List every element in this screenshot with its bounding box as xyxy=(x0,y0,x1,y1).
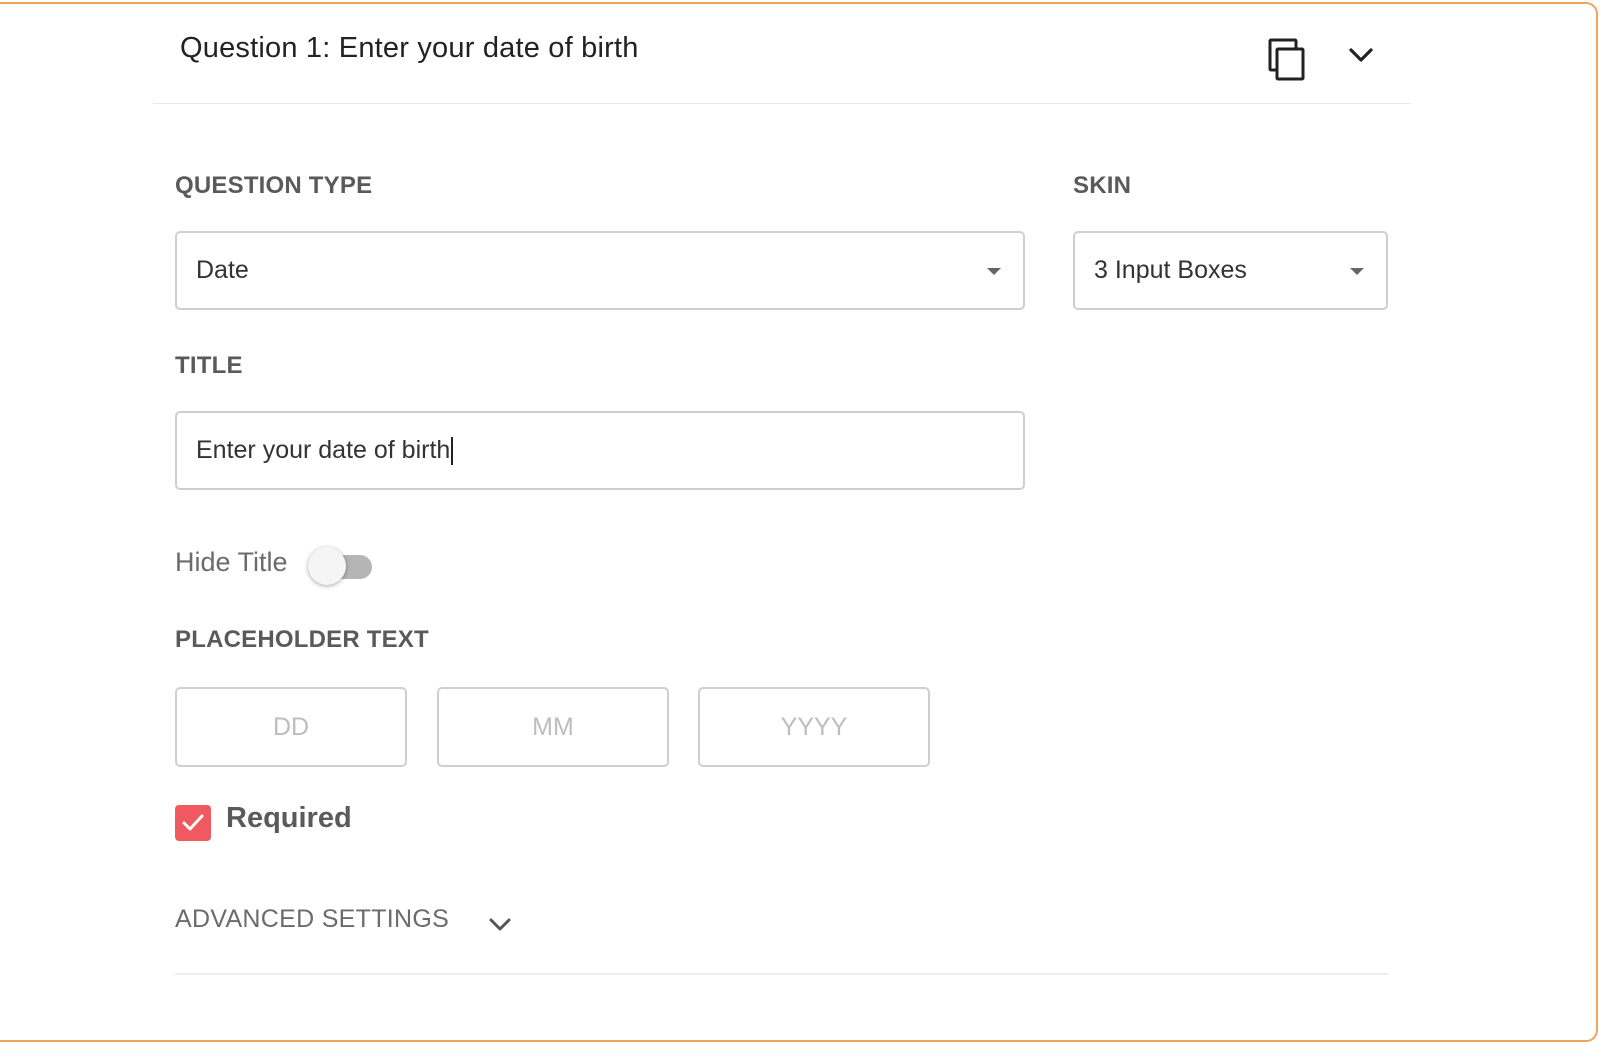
skin-select[interactable]: 3 Input Boxes xyxy=(1073,231,1388,310)
text-cursor xyxy=(451,436,454,465)
month-placeholder-input[interactable]: MM xyxy=(437,687,669,767)
question-card xyxy=(0,2,1598,1042)
caret-down-icon xyxy=(987,268,1001,275)
caret-down-icon xyxy=(1350,268,1364,275)
hide-title-toggle[interactable] xyxy=(308,546,374,586)
title-input[interactable]: Enter your date of birth xyxy=(175,411,1025,490)
section-divider xyxy=(175,973,1389,975)
chevron-down-icon[interactable] xyxy=(486,910,514,938)
toggle-knob xyxy=(308,547,346,585)
hide-title-label: Hide Title xyxy=(175,547,288,577)
skin-value: 3 Input Boxes xyxy=(1094,256,1247,284)
skin-label: SKIN xyxy=(1073,172,1132,199)
copy-icon[interactable] xyxy=(1266,38,1306,82)
question-type-select[interactable]: Date xyxy=(175,231,1025,310)
year-placeholder-input[interactable]: YYYY xyxy=(698,687,930,767)
day-placeholder-input[interactable]: DD xyxy=(175,687,407,767)
question-type-value: Date xyxy=(196,256,249,284)
checkmark-icon xyxy=(182,814,204,831)
required-checkbox[interactable] xyxy=(175,805,211,841)
title-input-value: Enter your date of birth xyxy=(196,436,451,464)
title-label: TITLE xyxy=(175,352,243,379)
required-label: Required xyxy=(226,802,352,834)
question-header-title[interactable]: Question 1: Enter your date of birth xyxy=(180,32,639,65)
placeholder-text-label: PLACEHOLDER TEXT xyxy=(175,626,429,653)
question-type-label: QUESTION TYPE xyxy=(175,172,373,199)
chevron-down-icon[interactable] xyxy=(1346,40,1376,70)
advanced-settings-toggle[interactable]: ADVANCED SETTINGS xyxy=(175,905,449,934)
